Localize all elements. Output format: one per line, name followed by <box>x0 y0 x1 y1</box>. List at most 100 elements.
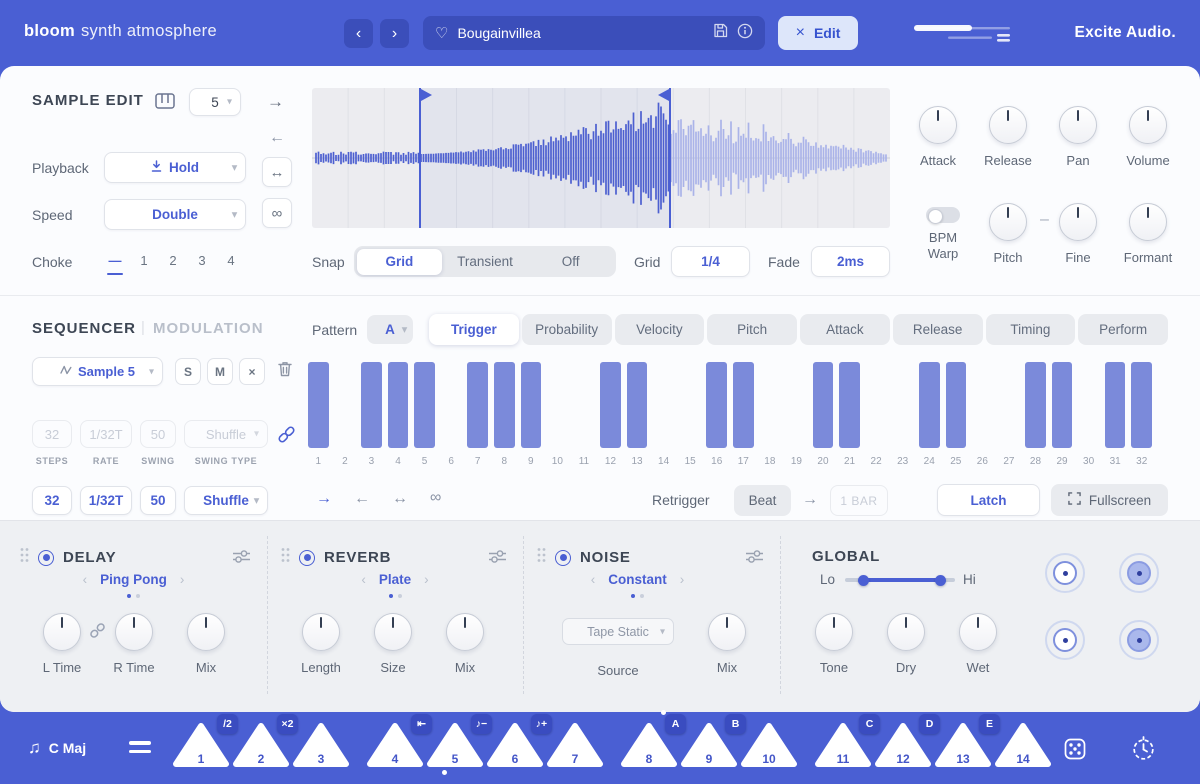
noise-power-toggle[interactable] <box>555 550 571 566</box>
clear-steps-button[interactable]: × <box>239 358 265 385</box>
save-icon[interactable] <box>713 23 728 43</box>
step-3[interactable]: 3 <box>361 362 382 470</box>
tab-timing[interactable]: Timing <box>986 314 1076 345</box>
choke-option-off[interactable]: — <box>102 247 128 274</box>
snap-option-transient[interactable]: Transient <box>442 249 528 275</box>
preset-prev-button[interactable]: ‹ <box>344 19 373 48</box>
step-15[interactable]: 15 <box>680 362 701 470</box>
slider-handle-lo[interactable] <box>858 575 869 586</box>
scale-menu-icon[interactable] <box>129 741 151 758</box>
step-26[interactable]: 26 <box>972 362 993 470</box>
delay-settings-icon[interactable] <box>233 550 250 568</box>
swing-value-box[interactable]: 50 <box>140 486 176 515</box>
pad-badge[interactable]: A <box>665 714 686 734</box>
step-25[interactable]: 25 <box>946 362 967 470</box>
drag-handle-icon[interactable] <box>20 547 29 568</box>
step-32[interactable]: 32 <box>1131 362 1152 470</box>
step-17[interactable]: 17 <box>733 362 754 470</box>
step-18[interactable]: 18 <box>760 362 781 470</box>
knob-pan[interactable] <box>1059 106 1097 144</box>
pad-11[interactable]: 11C <box>814 722 872 768</box>
step-9[interactable]: 9 <box>521 362 542 470</box>
step-11[interactable]: 11 <box>574 362 595 470</box>
noise-settings-icon[interactable] <box>746 550 763 568</box>
dice-icon[interactable] <box>1064 738 1086 765</box>
pad-4[interactable]: 4⇤ <box>366 722 424 768</box>
tab-probability[interactable]: Probability <box>522 314 612 345</box>
pad-badge[interactable]: ♪− <box>471 714 492 734</box>
tab-velocity[interactable]: Velocity <box>615 314 705 345</box>
step-16[interactable]: 16 <box>706 362 727 470</box>
tab-attack[interactable]: Attack <box>800 314 890 345</box>
step-6[interactable]: 6 <box>441 362 462 470</box>
knob-fine[interactable] <box>1059 203 1097 241</box>
knob-mix[interactable] <box>708 613 746 651</box>
knob-mix[interactable] <box>187 613 225 651</box>
macro-pad-1[interactable] <box>1045 553 1085 593</box>
keyboard-icon[interactable] <box>155 93 175 114</box>
chevron-left-icon[interactable]: ‹ <box>83 572 88 587</box>
preset-selector[interactable]: ♡ Bougainvillea <box>423 16 765 50</box>
step-7[interactable]: 7 <box>467 362 488 470</box>
step-8[interactable]: 8 <box>494 362 515 470</box>
pad-10[interactable]: 10 <box>740 722 798 768</box>
macro-pad-2[interactable] <box>1119 553 1159 593</box>
pad-badge[interactable]: B <box>725 714 746 734</box>
choke-option-2[interactable]: 2 <box>160 247 186 274</box>
knob-attack[interactable] <box>919 106 957 144</box>
pad-2[interactable]: 2×2 <box>232 722 290 768</box>
rate-value-box[interactable]: 1/32T <box>80 486 132 515</box>
macro-pad-4[interactable] <box>1119 620 1159 660</box>
step-20[interactable]: 20 <box>813 362 834 470</box>
pad-badge[interactable]: ×2 <box>277 714 298 734</box>
chevron-right-icon[interactable]: › <box>680 572 685 587</box>
choke-option-3[interactable]: 3 <box>189 247 215 274</box>
fullscreen-button[interactable]: Fullscreen <box>1051 484 1168 516</box>
step-1[interactable]: 1 <box>308 362 329 470</box>
sample-slot-select[interactable]: 5 ▾ <box>189 88 241 116</box>
reverb-power-toggle[interactable] <box>299 550 315 566</box>
play-forward-icon[interactable]: → <box>316 490 332 508</box>
sequencer-tab[interactable]: SEQUENCER <box>32 320 136 337</box>
playback-mode-select[interactable]: Hold ▾ <box>104 152 246 183</box>
pattern-select[interactable]: A ▾ <box>367 315 413 344</box>
choke-option-1[interactable]: 1 <box>131 247 157 274</box>
slider-handle-hi[interactable] <box>935 575 946 586</box>
waveform-display[interactable] <box>312 88 890 228</box>
step-30[interactable]: 30 <box>1078 362 1099 470</box>
unlink-icon[interactable] <box>89 622 106 644</box>
ping-pong-loop-button[interactable]: ↔ <box>262 157 292 187</box>
knob-tone[interactable] <box>815 613 853 651</box>
play-pingpong-icon[interactable]: ↔ <box>392 490 408 508</box>
step-2[interactable]: 2 <box>335 362 356 470</box>
retrigger-mode-button[interactable]: Beat <box>734 485 791 516</box>
knob-release[interactable] <box>989 106 1027 144</box>
step-24[interactable]: 24 <box>919 362 940 470</box>
swing-type-select[interactable]: Shuffle▾ <box>184 486 268 515</box>
pad-14[interactable]: 14 <box>994 722 1052 768</box>
play-backward-icon[interactable]: ← <box>354 490 370 508</box>
pad-badge[interactable]: E <box>979 714 1000 734</box>
knob-mix[interactable] <box>446 613 484 651</box>
play-reverse-icon[interactable]: ← <box>269 129 285 147</box>
drag-handle-icon[interactable] <box>537 547 546 568</box>
knob-size[interactable] <box>374 613 412 651</box>
modulation-tab[interactable]: MODULATION <box>153 320 264 337</box>
step-12[interactable]: 12 <box>600 362 621 470</box>
drag-handle-icon[interactable] <box>281 547 290 568</box>
tab-perform[interactable]: Perform <box>1078 314 1168 345</box>
preset-next-button[interactable]: › <box>380 19 409 48</box>
step-23[interactable]: 23 <box>892 362 913 470</box>
pad-badge[interactable]: D <box>919 714 940 734</box>
step-28[interactable]: 28 <box>1025 362 1046 470</box>
snap-option-off[interactable]: Off <box>528 249 614 275</box>
solo-button[interactable]: S <box>175 358 201 385</box>
info-icon[interactable] <box>737 23 753 44</box>
tone-range-slider[interactable] <box>845 578 955 582</box>
step-31[interactable]: 31 <box>1105 362 1126 470</box>
trash-icon[interactable] <box>277 360 293 383</box>
reverb-settings-icon[interactable] <box>489 550 506 568</box>
output-meter[interactable] <box>914 20 1014 51</box>
play-loop-icon[interactable]: ∞ <box>430 489 441 507</box>
timer-clock-icon[interactable] <box>1130 735 1157 767</box>
